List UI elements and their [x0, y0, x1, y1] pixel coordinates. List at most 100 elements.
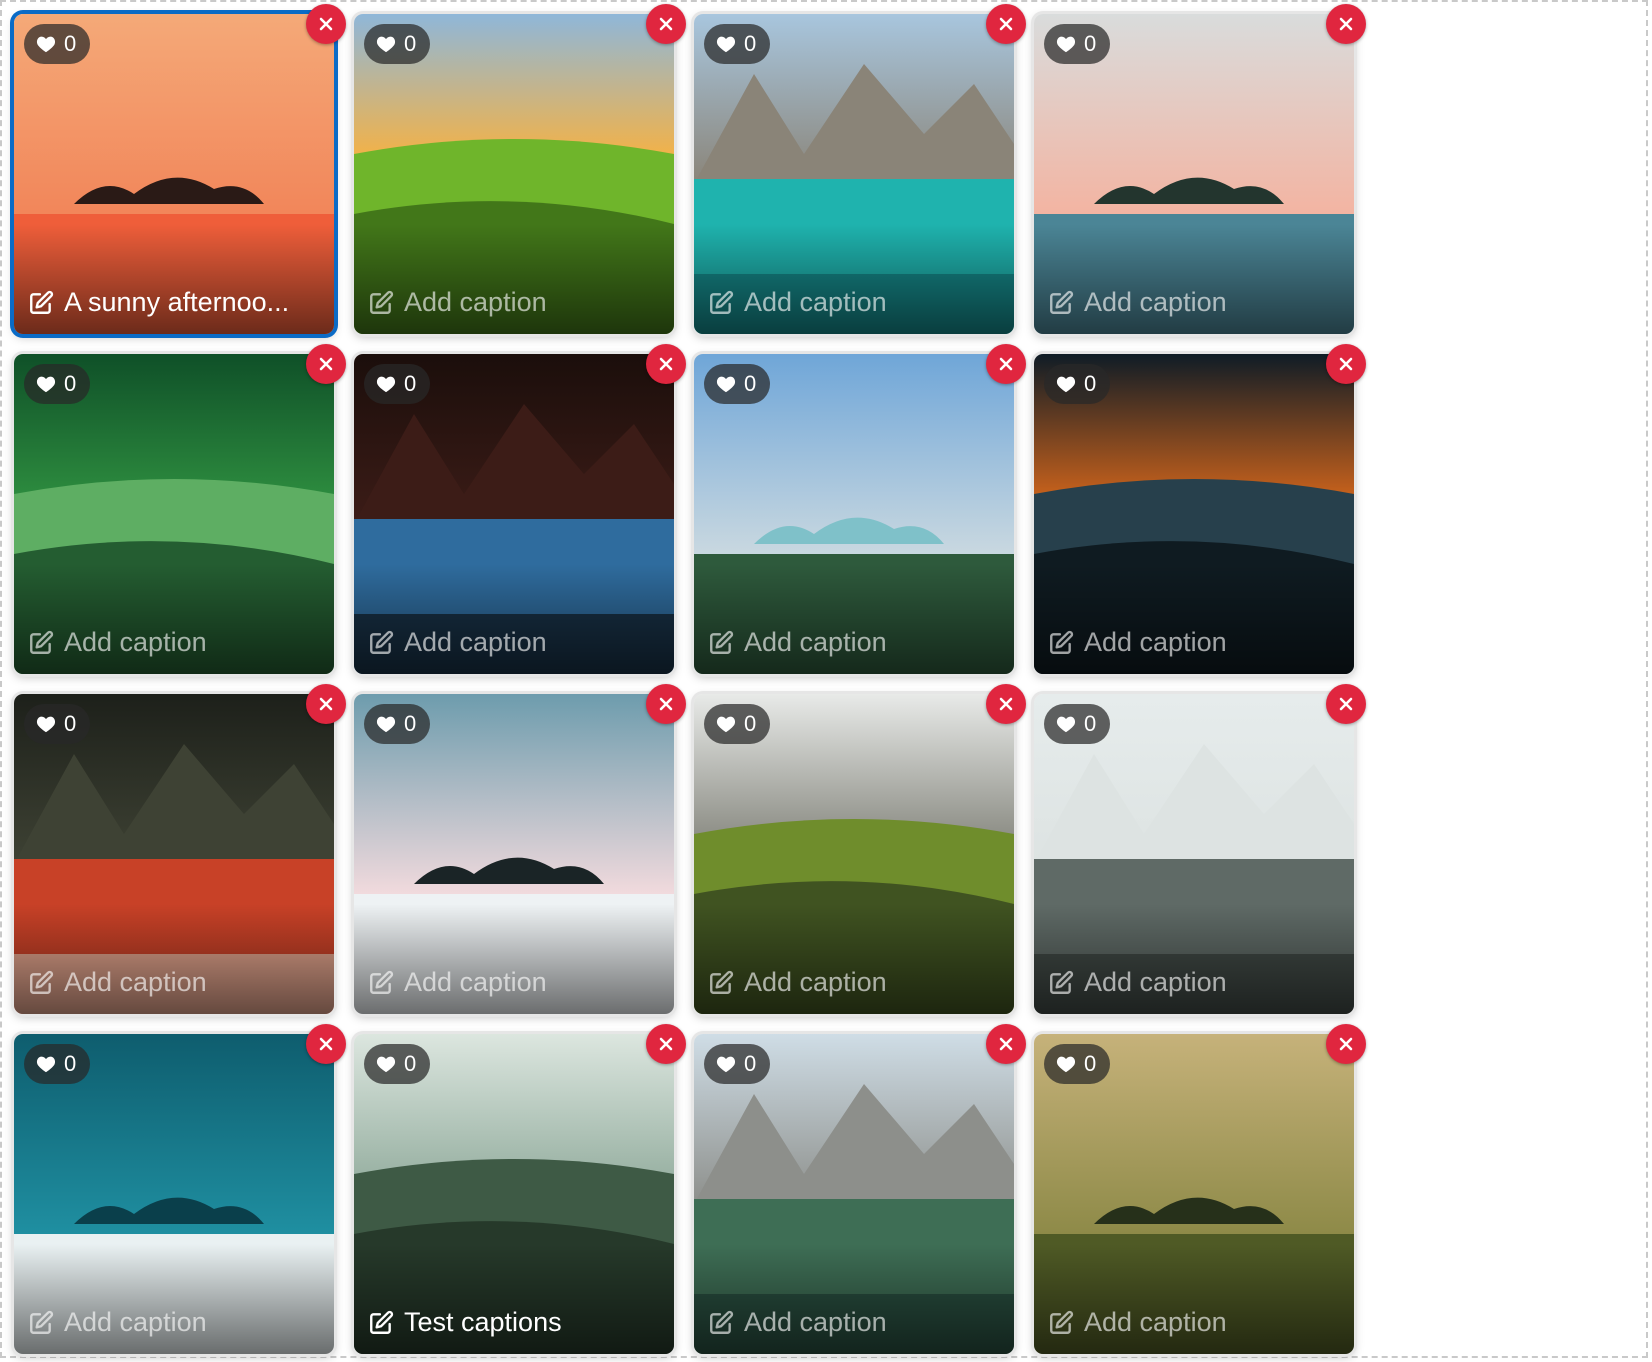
- caption-editor[interactable]: Add caption: [1048, 1307, 1340, 1338]
- remove-photo-button[interactable]: [646, 4, 686, 44]
- caption-editor[interactable]: Add caption: [28, 967, 320, 998]
- remove-photo-button[interactable]: [646, 684, 686, 724]
- caption-editor[interactable]: Add caption: [708, 627, 1000, 658]
- caption-editor[interactable]: Add caption: [708, 287, 1000, 318]
- like-button[interactable]: 0: [704, 704, 771, 744]
- photo-tile[interactable]: 0 Add caption: [354, 354, 674, 674]
- like-button[interactable]: 0: [364, 1044, 431, 1084]
- remove-photo-button[interactable]: [986, 1024, 1026, 1064]
- like-count: 0: [1084, 711, 1097, 736]
- remove-photo-button[interactable]: [986, 684, 1026, 724]
- remove-photo-button[interactable]: [1326, 344, 1366, 384]
- photo-tile[interactable]: 0 Add caption: [1034, 354, 1354, 674]
- photo-tile[interactable]: 0 Add caption: [694, 14, 1014, 334]
- like-button[interactable]: 0: [24, 24, 91, 64]
- like-count: 0: [64, 711, 77, 736]
- heart-icon: [716, 715, 736, 733]
- remove-photo-button[interactable]: [1326, 4, 1366, 44]
- like-button[interactable]: 0: [364, 364, 431, 404]
- caption-editor[interactable]: Add caption: [708, 967, 1000, 998]
- edit-icon: [368, 970, 394, 996]
- photo-tile[interactable]: 0 Add caption: [1034, 1034, 1354, 1354]
- like-button[interactable]: 0: [1044, 1044, 1111, 1084]
- close-icon: [318, 356, 334, 372]
- caption-text: Add caption: [744, 1307, 887, 1337]
- edit-icon: [1048, 290, 1074, 316]
- remove-photo-button[interactable]: [646, 344, 686, 384]
- like-count: 0: [64, 1051, 77, 1076]
- like-count: 0: [404, 711, 417, 736]
- caption-text: Add caption: [404, 967, 547, 997]
- caption-editor[interactable]: Add caption: [708, 1307, 1000, 1338]
- heart-icon: [36, 1055, 56, 1073]
- remove-photo-button[interactable]: [986, 344, 1026, 384]
- photo-tile[interactable]: 0 Add caption: [694, 1034, 1014, 1354]
- close-icon: [998, 696, 1014, 712]
- edit-icon: [708, 290, 734, 316]
- like-button[interactable]: 0: [1044, 24, 1111, 64]
- caption-editor[interactable]: Test captions: [368, 1307, 660, 1338]
- like-button[interactable]: 0: [364, 24, 431, 64]
- caption-editor[interactable]: Add caption: [1048, 967, 1340, 998]
- caption-editor[interactable]: Add caption: [28, 1307, 320, 1338]
- caption-editor[interactable]: Add caption: [1048, 627, 1340, 658]
- close-icon: [318, 16, 334, 32]
- heart-icon: [1056, 375, 1076, 393]
- edit-icon: [28, 970, 54, 996]
- edit-icon: [1048, 1310, 1074, 1336]
- photo-tile[interactable]: 0 Add caption: [14, 694, 334, 1014]
- caption-editor[interactable]: A sunny afternoo...: [28, 287, 320, 318]
- caption-editor[interactable]: Add caption: [1048, 287, 1340, 318]
- photo-tile[interactable]: 0 Add caption: [14, 354, 334, 674]
- caption-text: Add caption: [404, 287, 547, 317]
- photo-tile[interactable]: 0 Add caption: [1034, 14, 1354, 334]
- caption-text: Add caption: [404, 627, 547, 657]
- photo-tile[interactable]: 0 A sunny afternoo...: [14, 14, 334, 334]
- remove-photo-button[interactable]: [306, 1024, 346, 1064]
- edit-icon: [708, 970, 734, 996]
- remove-photo-button[interactable]: [1326, 1024, 1366, 1064]
- photo-tile[interactable]: 0 Add caption: [14, 1034, 334, 1354]
- remove-photo-button[interactable]: [306, 4, 346, 44]
- edit-icon: [1048, 630, 1074, 656]
- remove-photo-button[interactable]: [1326, 684, 1366, 724]
- like-button[interactable]: 0: [704, 364, 771, 404]
- like-button[interactable]: 0: [24, 1044, 91, 1084]
- like-button[interactable]: 0: [704, 24, 771, 64]
- edit-icon: [28, 630, 54, 656]
- photo-tile[interactable]: 0 Add caption: [694, 694, 1014, 1014]
- like-count: 0: [64, 371, 77, 396]
- remove-photo-button[interactable]: [306, 684, 346, 724]
- caption-text: A sunny afternoo...: [64, 287, 290, 317]
- photo-tile[interactable]: 0 Add caption: [354, 694, 674, 1014]
- like-button[interactable]: 0: [704, 1044, 771, 1084]
- edit-icon: [1048, 970, 1074, 996]
- heart-icon: [1056, 35, 1076, 53]
- heart-icon: [376, 1055, 396, 1073]
- close-icon: [1338, 16, 1354, 32]
- like-count: 0: [1084, 1051, 1097, 1076]
- caption-editor[interactable]: Add caption: [368, 287, 660, 318]
- remove-photo-button[interactable]: [306, 344, 346, 384]
- caption-editor[interactable]: Add caption: [28, 627, 320, 658]
- like-button[interactable]: 0: [364, 704, 431, 744]
- heart-icon: [1056, 1055, 1076, 1073]
- like-button[interactable]: 0: [24, 704, 91, 744]
- remove-photo-button[interactable]: [646, 1024, 686, 1064]
- heart-icon: [716, 35, 736, 53]
- close-icon: [1338, 356, 1354, 372]
- caption-text: Add caption: [1084, 627, 1227, 657]
- caption-editor[interactable]: Add caption: [368, 627, 660, 658]
- caption-editor[interactable]: Add caption: [368, 967, 660, 998]
- photo-tile[interactable]: 0 Test captions: [354, 1034, 674, 1354]
- edit-icon: [368, 1310, 394, 1336]
- close-icon: [658, 1036, 674, 1052]
- remove-photo-button[interactable]: [986, 4, 1026, 44]
- photo-tile[interactable]: 0 Add caption: [354, 14, 674, 334]
- like-button[interactable]: 0: [24, 364, 91, 404]
- photo-tile[interactable]: 0 Add caption: [694, 354, 1014, 674]
- edit-icon: [368, 630, 394, 656]
- photo-tile[interactable]: 0 Add caption: [1034, 694, 1354, 1014]
- like-button[interactable]: 0: [1044, 364, 1111, 404]
- like-button[interactable]: 0: [1044, 704, 1111, 744]
